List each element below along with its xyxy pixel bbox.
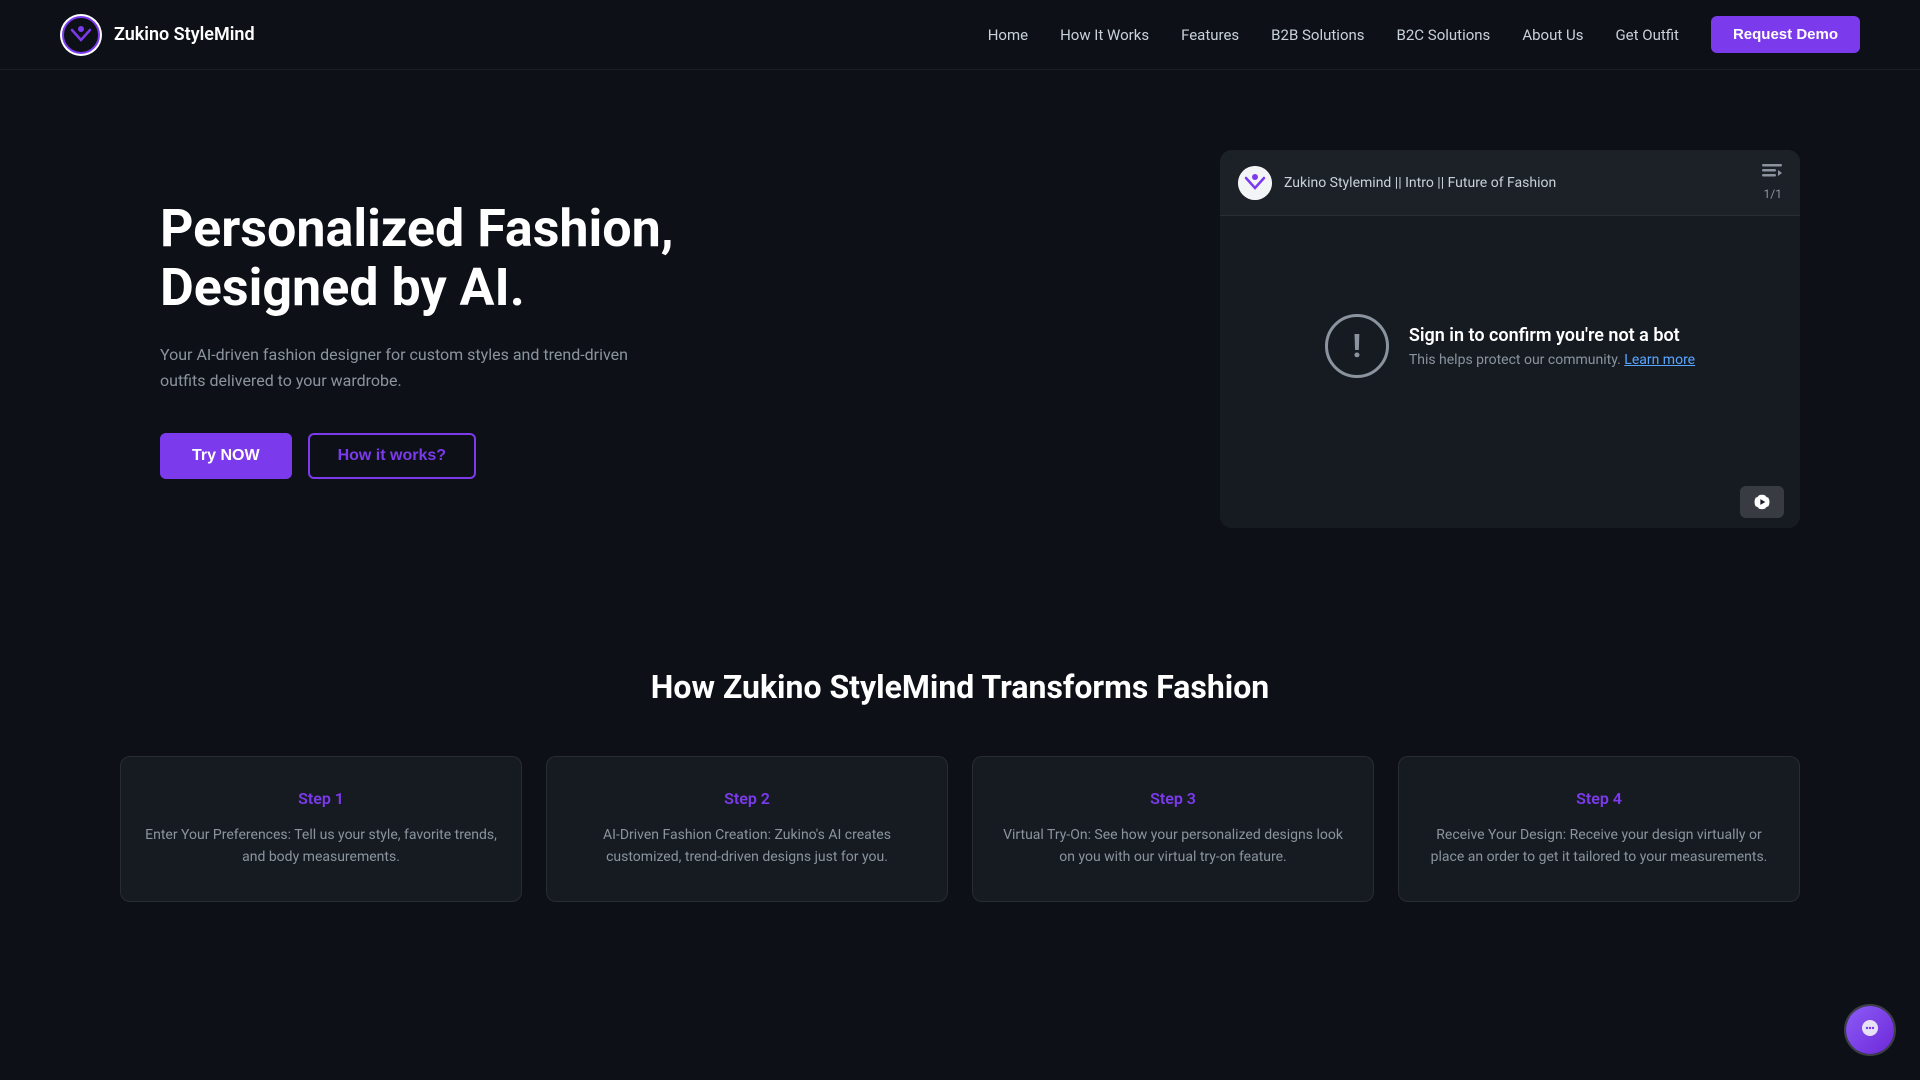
step-4-label: Step 4 (1423, 789, 1775, 808)
nav-b2c-solutions[interactable]: B2C Solutions (1397, 26, 1491, 44)
nav-links: Home How It Works Features B2B Solutions… (988, 16, 1860, 53)
brand-logo (60, 14, 102, 56)
step-card-3: Step 3 Virtual Try-On: See how your pers… (972, 756, 1374, 902)
hero-content: Personalized Fashion, Designed by AI. Yo… (160, 199, 740, 480)
try-now-button[interactable]: Try NOW (160, 433, 292, 479)
video-header-right: 1/1 (1762, 164, 1782, 201)
how-it-works-section: How Zukino StyleMind Transforms Fashion … (0, 608, 1920, 982)
navbar: Zukino StyleMind Home How It Works Featu… (0, 0, 1920, 70)
chat-widget[interactable] (1844, 1004, 1896, 1056)
step-card-4: Step 4 Receive Your Design: Receive your… (1398, 756, 1800, 902)
nav-about-us[interactable]: About Us (1522, 26, 1583, 44)
step-3-label: Step 3 (997, 789, 1349, 808)
video-channel-title: Zukino Stylemind || Intro || Future of F… (1284, 175, 1556, 191)
sign-in-heading: Sign in to confirm you're not a bot (1409, 325, 1695, 346)
video-channel-avatar (1238, 166, 1272, 200)
chat-widget-icon (1846, 1006, 1894, 1054)
youtube-play-button[interactable] (1740, 486, 1784, 518)
playlist-icon (1762, 164, 1782, 185)
nav-home[interactable]: Home (988, 26, 1028, 44)
step-4-description: Receive Your Design: Receive your design… (1423, 824, 1775, 869)
brand-name: Zukino StyleMind (114, 24, 255, 45)
step-2-label: Step 2 (571, 789, 923, 808)
video-footer (1220, 476, 1800, 528)
video-card: Zukino Stylemind || Intro || Future of F… (1220, 150, 1800, 528)
how-it-works-button[interactable]: How it works? (308, 433, 476, 479)
sign-in-body: This helps protect our community. Learn … (1409, 352, 1695, 368)
video-body: ! Sign in to confirm you're not a bot Th… (1220, 216, 1800, 476)
learn-more-link[interactable]: Learn more (1624, 352, 1695, 368)
step-2-description: AI-Driven Fashion Creation: Zukino's AI … (571, 824, 923, 869)
nav-b2b-solutions[interactable]: B2B Solutions (1271, 26, 1364, 44)
video-header-left: Zukino Stylemind || Intro || Future of F… (1238, 166, 1556, 200)
brand: Zukino StyleMind (60, 14, 255, 56)
warning-icon: ! (1325, 314, 1389, 378)
video-header: Zukino Stylemind || Intro || Future of F… (1220, 150, 1800, 216)
hero-title: Personalized Fashion, Designed by AI. (160, 199, 740, 319)
video-playlist-count: 1/1 (1764, 187, 1782, 201)
video-sign-in-text: Sign in to confirm you're not a bot This… (1409, 325, 1695, 368)
hero-section: Personalized Fashion, Designed by AI. Yo… (0, 70, 1920, 608)
nav-get-outfit[interactable]: Get Outfit (1615, 26, 1679, 44)
nav-how-it-works[interactable]: How It Works (1060, 26, 1149, 44)
step-1-label: Step 1 (145, 789, 497, 808)
steps-grid: Step 1 Enter Your Preferences: Tell us y… (120, 756, 1800, 902)
nav-features[interactable]: Features (1181, 26, 1239, 44)
step-3-description: Virtual Try-On: See how your personalize… (997, 824, 1349, 869)
video-sign-in-row: ! Sign in to confirm you're not a bot Th… (1325, 314, 1695, 378)
hero-subtitle: Your AI-driven fashion designer for cust… (160, 342, 660, 393)
request-demo-button[interactable]: Request Demo (1711, 16, 1860, 53)
section-title: How Zukino StyleMind Transforms Fashion (120, 668, 1800, 706)
step-card-1: Step 1 Enter Your Preferences: Tell us y… (120, 756, 522, 902)
hero-video: Zukino Stylemind || Intro || Future of F… (1220, 150, 1800, 528)
step-card-2: Step 2 AI-Driven Fashion Creation: Zukin… (546, 756, 948, 902)
step-1-description: Enter Your Preferences: Tell us your sty… (145, 824, 497, 869)
hero-buttons: Try NOW How it works? (160, 433, 740, 479)
